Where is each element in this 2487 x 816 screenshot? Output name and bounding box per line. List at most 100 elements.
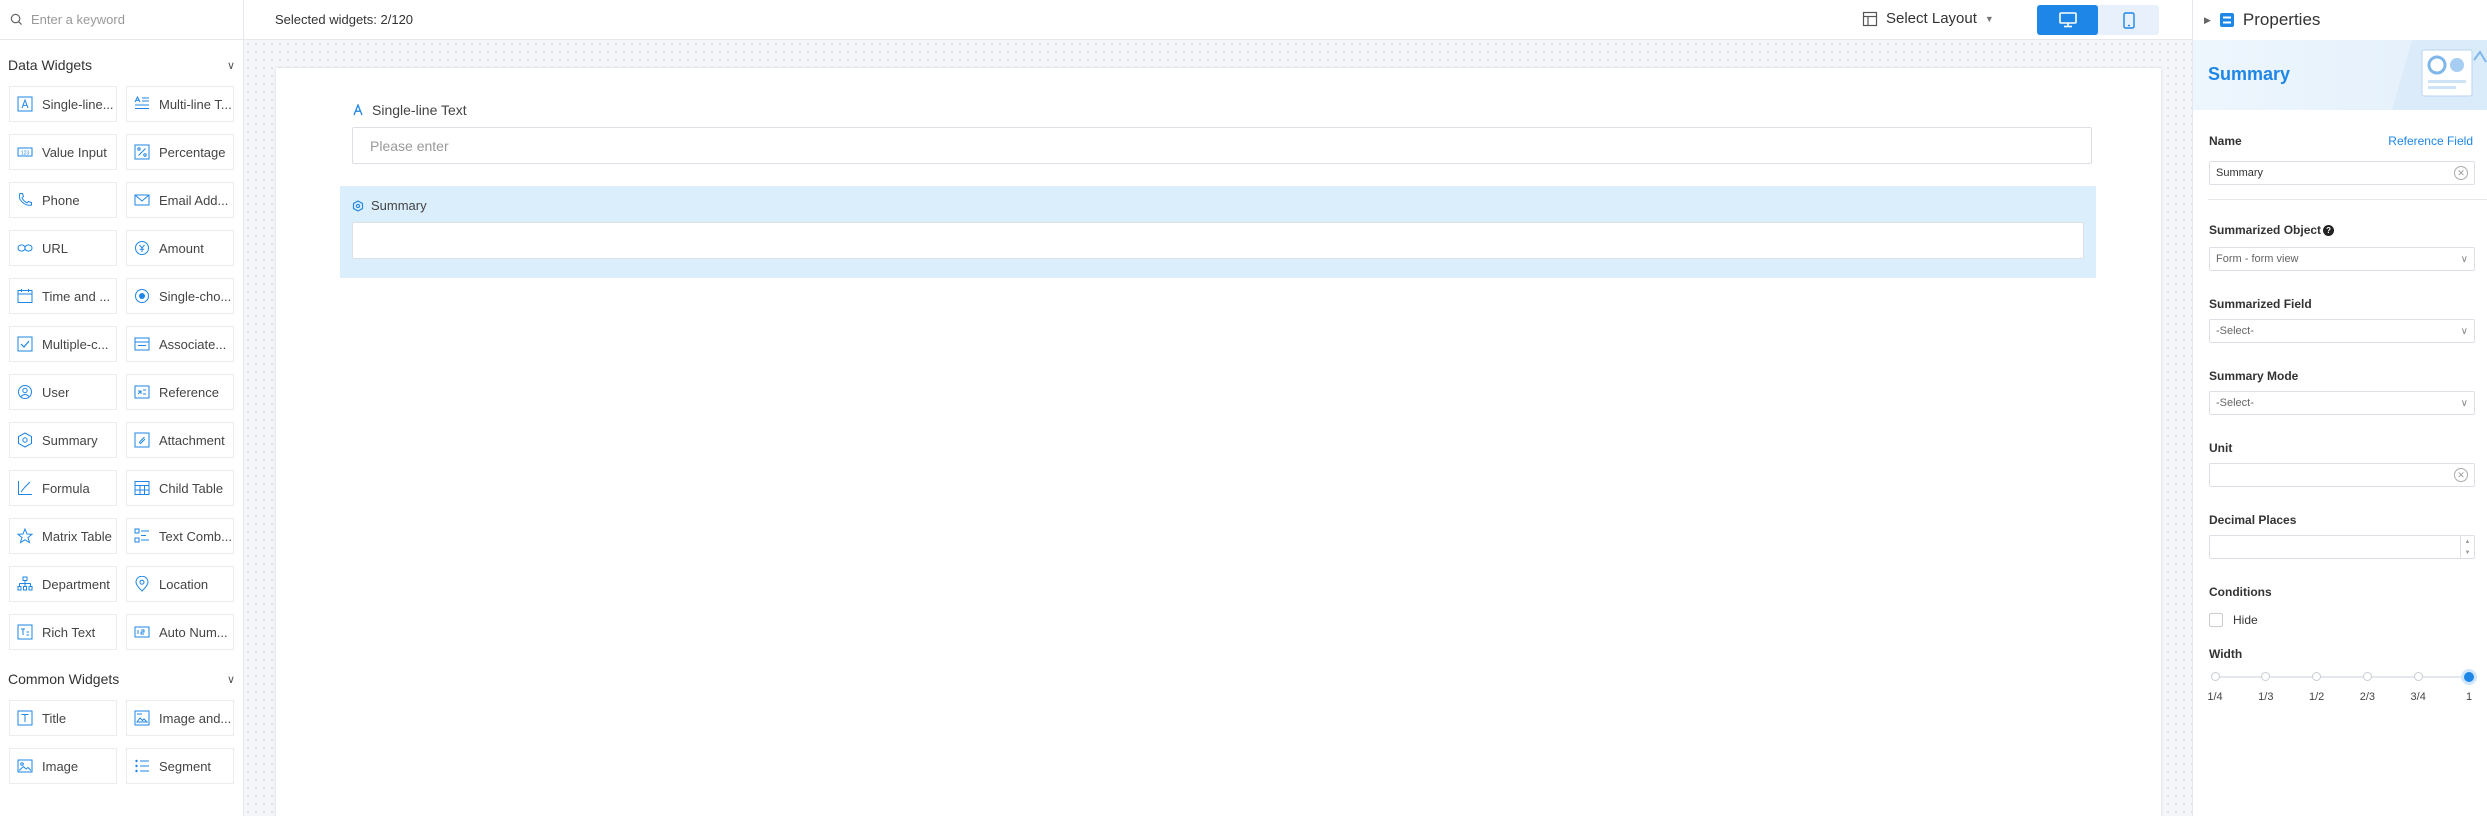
clear-icon[interactable]: ✕: [2454, 166, 2468, 180]
widget-label: Rich Text: [42, 624, 96, 640]
stepper-down-icon[interactable]: ▼: [2465, 550, 2471, 556]
width-tick-labels: 1/4 1/3 1/2 2/3 3/4 1: [2207, 691, 2475, 705]
width-label: Width: [2209, 647, 2243, 661]
widget-associate[interactable]: Associate...: [126, 326, 234, 362]
desktop-view-button[interactable]: [2037, 5, 2098, 35]
summarized-field-value: -Select-: [2216, 325, 2254, 337]
widget-calendar[interactable]: Time and ...: [9, 278, 117, 314]
widget-text-combination[interactable]: Text Comb...: [126, 518, 234, 554]
select-layout-dropdown[interactable]: Select Layout ▼: [1862, 10, 1994, 27]
common-widgets-title: Common Widgets: [8, 671, 120, 687]
summarized-field-select[interactable]: -Select- ∨: [2209, 319, 2475, 343]
reference-field-link[interactable]: Reference Field: [2388, 134, 2473, 148]
widget-user[interactable]: User: [9, 374, 117, 410]
slider-stop[interactable]: [2210, 672, 2220, 681]
hide-checkbox[interactable]: [2209, 613, 2223, 627]
widget-link[interactable]: URL: [9, 230, 117, 266]
widget-label: Time and ...: [42, 288, 111, 304]
properties-title: Properties: [2242, 10, 2321, 29]
mobile-view-button[interactable]: [2098, 5, 2159, 35]
slider-stop[interactable]: [2261, 672, 2271, 681]
layout-icon: [1862, 11, 1878, 26]
single-line-text-icon: [353, 104, 363, 116]
common-widgets-header[interactable]: Common Widgets ∨: [0, 664, 243, 694]
summary-mode-select[interactable]: -Select- ∨: [2209, 391, 2475, 415]
widget-multi-line-text[interactable]: Multi-line T...: [126, 86, 234, 122]
widget-location[interactable]: Location: [126, 566, 234, 602]
multi-line-text-icon: [134, 96, 149, 109]
link-icon: [17, 244, 33, 252]
chevron-down-icon: ∨: [226, 673, 235, 686]
widget-label: Single-line...: [42, 96, 114, 112]
widget-child-table[interactable]: Child Table: [126, 470, 234, 506]
data-widgets-header[interactable]: Data Widgets ∨: [0, 50, 243, 80]
widget-attachment[interactable]: Attachment: [126, 422, 234, 458]
widget-rich-text[interactable]: Rich Text: [9, 614, 117, 650]
widget-matrix-table[interactable]: Matrix Table: [9, 518, 117, 554]
associate-icon: [134, 337, 150, 351]
attachment-icon: [134, 432, 150, 448]
unit-input[interactable]: ✕: [2209, 463, 2475, 487]
widget-phone[interactable]: Phone: [9, 182, 117, 218]
widget-value-input[interactable]: 123 Value Input: [9, 134, 117, 170]
widget-email[interactable]: Email Add...: [126, 182, 234, 218]
widget-percentage[interactable]: Percentage: [126, 134, 234, 170]
widget-department[interactable]: Department: [9, 566, 117, 602]
selected-widgets-count: Selected widgets: 2/120: [275, 12, 414, 27]
widget-label: Image: [42, 758, 79, 774]
text-combination-icon: [134, 528, 149, 543]
banner-title: Summary: [2208, 64, 2291, 84]
summary-icon: [352, 199, 364, 212]
widget-single-line-text[interactable]: Single-line...: [9, 86, 117, 122]
summarized-object-select[interactable]: Form - form view ∨: [2209, 247, 2475, 271]
widget-label: Multi-line T...: [159, 96, 232, 112]
widget-summary[interactable]: Summary: [9, 422, 117, 458]
widget-image-text[interactable]: Image and...: [126, 700, 234, 736]
properties-header: ▶ Properties: [2193, 0, 2487, 40]
collapse-arrow-icon[interactable]: ▶: [2204, 15, 2211, 26]
slider-knob[interactable]: [2461, 669, 2477, 685]
summarized-object-label: Summarized Object: [2209, 223, 2322, 237]
slider-stop[interactable]: [2312, 672, 2322, 681]
widget-segment[interactable]: Segment: [126, 748, 234, 784]
single-line-text-field[interactable]: Single-line Text Please enter: [352, 102, 2092, 164]
widget-checkbox[interactable]: Multiple-c...: [9, 326, 117, 362]
widget-formula[interactable]: Formula: [9, 470, 117, 506]
segment-icon: [135, 759, 149, 773]
stepper-up-icon[interactable]: ▲: [2465, 539, 2471, 545]
summary-field[interactable]: Summary: [340, 186, 2096, 278]
widget-reference[interactable]: Reference: [126, 374, 234, 410]
search-icon: [10, 13, 23, 26]
widget-label: Formula: [42, 480, 90, 496]
value-input-icon: 123: [17, 147, 33, 157]
widget-label: Matrix Table: [42, 528, 112, 544]
widget-radio[interactable]: Single-cho...: [126, 278, 234, 314]
width-slider[interactable]: [2209, 667, 2477, 687]
checkbox-icon: [17, 336, 33, 352]
widget-amount[interactable]: Amount: [126, 230, 234, 266]
slider-stop[interactable]: [2362, 672, 2372, 681]
widget-label: Single-cho...: [159, 288, 232, 304]
stepper[interactable]: ▲ ▼: [2460, 536, 2474, 558]
properties-icon: [2219, 13, 2234, 27]
help-icon[interactable]: ?: [2323, 224, 2335, 236]
widget-label: Department: [42, 576, 110, 592]
widget-image[interactable]: Image: [9, 748, 117, 784]
clear-icon[interactable]: ✕: [2454, 468, 2468, 482]
widget-label: Amount: [159, 240, 204, 256]
mobile-icon: [2122, 11, 2135, 29]
single-line-text-input[interactable]: Please enter: [352, 127, 2092, 164]
widget-title[interactable]: Title: [9, 700, 117, 736]
properties-form: Name Reference Field Summary ✕ Summarize…: [2193, 134, 2487, 705]
widget-label: URL: [42, 240, 69, 256]
summary-input[interactable]: [352, 222, 2084, 259]
slider-stop[interactable]: [2413, 672, 2423, 681]
widget-auto-number[interactable]: Auto Num...: [126, 614, 234, 650]
widget-label: Text Comb...: [159, 528, 232, 544]
name-input[interactable]: Summary ✕: [2209, 161, 2475, 185]
decimal-places-input[interactable]: ▲ ▼: [2209, 535, 2475, 559]
percentage-icon: [134, 144, 150, 160]
widget-search-input[interactable]: [31, 12, 211, 27]
divider: [2208, 199, 2487, 200]
hide-option[interactable]: Hide: [2209, 613, 2487, 627]
